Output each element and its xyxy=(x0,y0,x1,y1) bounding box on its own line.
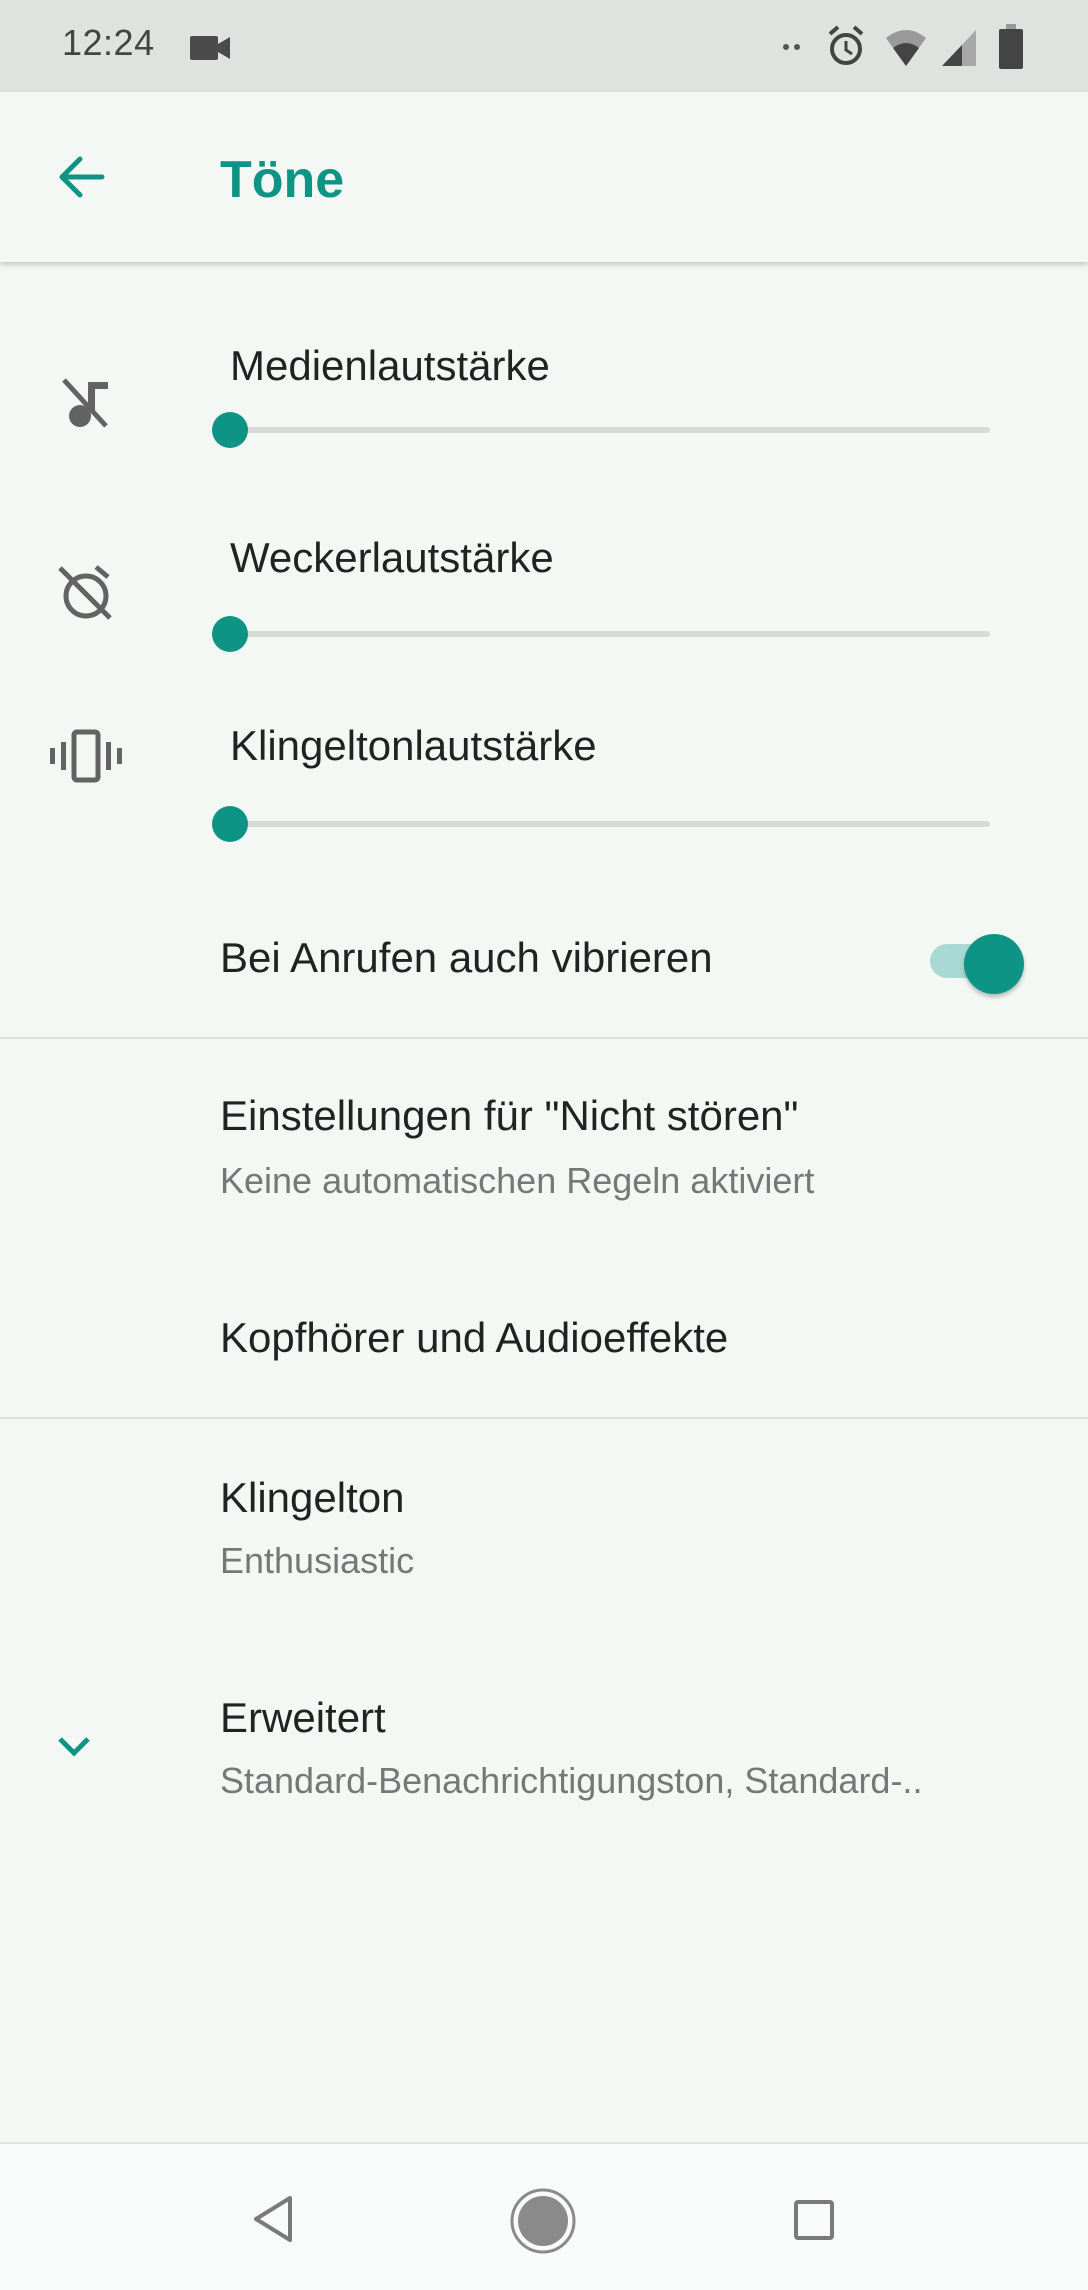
media-volume-slider[interactable] xyxy=(212,410,992,450)
media-volume-row: Medienlautstärke xyxy=(0,320,1088,480)
advanced-item[interactable]: Erweitert Standard-Benachrichtigungston,… xyxy=(0,1640,1088,1840)
cellular-signal-icon xyxy=(942,30,976,66)
page-title: Töne xyxy=(220,151,345,209)
nav-home-icon[interactable] xyxy=(508,2186,578,2256)
advanced-summary: Standard-Benachrichtigungston, Standard-… xyxy=(220,1760,923,1801)
ring-volume-slider[interactable] xyxy=(212,804,992,844)
toolbar: Töne xyxy=(0,92,1088,262)
vibrate-on-call-label: Bei Anrufen auch vibrieren xyxy=(220,934,713,981)
media-volume-label: Medienlautstärke xyxy=(230,342,550,389)
ring-volume-label: Klingeltonlautstärke xyxy=(230,722,597,769)
status-bar: 12:24 xyxy=(0,0,1088,92)
slider-track xyxy=(230,821,990,827)
slider-thumb[interactable] xyxy=(212,806,248,842)
dnd-settings-item[interactable]: Einstellungen für "Nicht stören" Keine a… xyxy=(0,1040,1088,1240)
arrow-back-icon[interactable] xyxy=(56,154,106,200)
ringtone-summary: Enthusiastic xyxy=(220,1540,415,1581)
headphones-title: Kopfhörer und Audioeffekte xyxy=(220,1314,729,1361)
slider-track xyxy=(230,631,990,637)
vibrate-icon xyxy=(50,729,122,783)
slider-track xyxy=(230,427,990,433)
navigation-bar xyxy=(0,2142,1088,2290)
alarm-off-icon xyxy=(58,565,112,620)
nav-recents-icon[interactable] xyxy=(792,2198,836,2242)
nav-back-icon[interactable] xyxy=(250,2194,294,2244)
divider xyxy=(0,1417,1088,1419)
alarm-volume-label: Weckerlautstärke xyxy=(230,534,554,581)
vibrate-on-call-row[interactable]: Bei Anrufen auch vibrieren xyxy=(0,900,1088,1020)
status-time: 12:24 xyxy=(62,22,155,63)
vibrate-toggle[interactable] xyxy=(930,934,1024,994)
toggle-thumb xyxy=(964,934,1024,994)
alarm-volume-slider[interactable] xyxy=(212,614,992,654)
dnd-summary: Keine automatischen Regeln aktiviert xyxy=(220,1160,815,1201)
wifi-icon xyxy=(886,30,926,66)
alarm-icon xyxy=(828,25,864,65)
chevron-down-icon xyxy=(58,1737,90,1757)
divider xyxy=(0,1037,1088,1039)
ringtone-title: Klingelton xyxy=(220,1474,405,1521)
headphones-audio-effects-item[interactable]: Kopfhörer und Audioeffekte xyxy=(0,1260,1088,1415)
slider-thumb[interactable] xyxy=(212,412,248,448)
video-camera-icon xyxy=(190,36,230,60)
alarm-volume-row: Weckerlautstärke xyxy=(0,510,1088,670)
dnd-title: Einstellungen für "Nicht stören" xyxy=(220,1092,799,1139)
advanced-title: Erweitert xyxy=(220,1694,386,1741)
music-off-icon xyxy=(62,378,108,428)
ring-volume-row: Klingeltonlautstärke xyxy=(0,700,1088,860)
slider-thumb[interactable] xyxy=(212,616,248,652)
more-notifications-icon xyxy=(783,44,800,50)
ringtone-item[interactable]: Klingelton Enthusiastic xyxy=(0,1420,1088,1620)
battery-icon xyxy=(999,24,1023,69)
